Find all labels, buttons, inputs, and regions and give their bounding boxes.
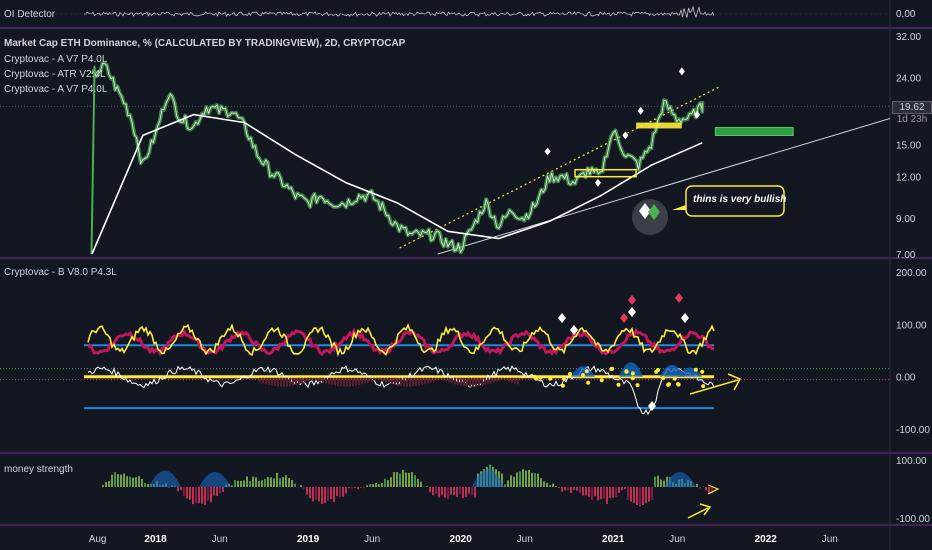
indicator-atr[interactable]: Cryptovac - ATR V2.4L — [4, 67, 106, 82]
money-strength-label[interactable]: money strength — [4, 464, 73, 475]
last-price-tag: 19.62 — [892, 101, 932, 114]
money-y-tick-0: 100.00 — [896, 456, 927, 467]
x-tick-1: 2018 — [144, 534, 167, 545]
x-tick-8: Jun — [669, 534, 685, 545]
osc-dot — [548, 376, 553, 381]
range-box-2 — [636, 122, 682, 129]
countdown-tag: 1d 23h — [896, 114, 928, 125]
osc-dot — [667, 382, 671, 387]
chart-svg[interactable]: 32.00 24.00 15.00 12.00 9.00 7.00 200.00 100.00… — [0, 0, 932, 550]
x-tick-9: 2022 — [755, 534, 778, 545]
oi-zero-tick: 0.00 — [896, 9, 916, 20]
osc-dot — [532, 374, 537, 379]
x-tick-10: Jun — [822, 534, 838, 545]
main-y-tick-4: 12.00 — [896, 173, 921, 184]
osc-dot — [656, 368, 660, 372]
x-tick-4: Jun — [364, 534, 380, 545]
main-y-tick-3: 15.00 — [896, 141, 921, 152]
osc-dot — [676, 382, 681, 386]
main-y-tick-5: 9.00 — [896, 214, 916, 225]
osc-dot — [661, 376, 666, 381]
osc-dot — [586, 380, 591, 385]
annotation-text: thins is very bullish — [693, 194, 787, 205]
main-y-tick-6: 7.00 — [896, 250, 916, 261]
x-tick-5: 2020 — [450, 534, 473, 545]
indicator-a1[interactable]: Cryptovac - A V7 P4.0L — [4, 52, 107, 67]
osc-y-tick-1: 100.00 — [896, 320, 927, 331]
target-zone-box — [714, 127, 794, 136]
osc-y-tick-3: -100.00 — [896, 425, 930, 436]
osc-dot — [581, 373, 585, 378]
osc-dot — [562, 376, 566, 381]
osc-label[interactable]: Cryptovac - B V8.0 P4.3L — [4, 267, 117, 278]
x-tick-0: Aug — [89, 534, 107, 545]
osc-y-tick-2: 0.00 — [896, 373, 916, 384]
annotation-badge — [632, 199, 668, 235]
osc-dot — [700, 369, 705, 374]
osc-dot — [568, 372, 572, 376]
osc-dot — [630, 376, 635, 381]
oi-label: OI Detector — [4, 9, 56, 20]
x-tick-2: Jun — [212, 534, 228, 545]
osc-dot — [538, 375, 543, 380]
osc-y-tick-0: 200.00 — [896, 268, 927, 279]
indicator-a2[interactable]: Cryptovac - A V7 P4.0L — [4, 82, 107, 97]
osc-dot — [701, 384, 706, 389]
osc-dot — [630, 371, 635, 376]
main-y-tick-1: 24.00 — [896, 73, 921, 84]
x-tick-6: Jun — [517, 534, 533, 545]
osc-dot — [599, 378, 604, 383]
main-y-tick-0: 32.00 — [896, 32, 921, 43]
money-y-tick-1: -100.00 — [896, 514, 930, 525]
osc-dot — [610, 366, 615, 371]
osc-dot — [560, 383, 565, 388]
osc-dot — [693, 367, 698, 372]
osc-dot — [624, 369, 629, 374]
osc-dot — [616, 382, 621, 387]
osc-dot — [584, 369, 589, 374]
osc-dot — [672, 376, 677, 381]
x-tick-3: 2019 — [297, 534, 320, 545]
x-tick-7: 2021 — [602, 534, 625, 545]
background — [0, 0, 932, 550]
osc-dot — [635, 383, 640, 388]
chart-title: Market Cap ETH Dominance, % (CALCULATED … — [4, 38, 406, 49]
